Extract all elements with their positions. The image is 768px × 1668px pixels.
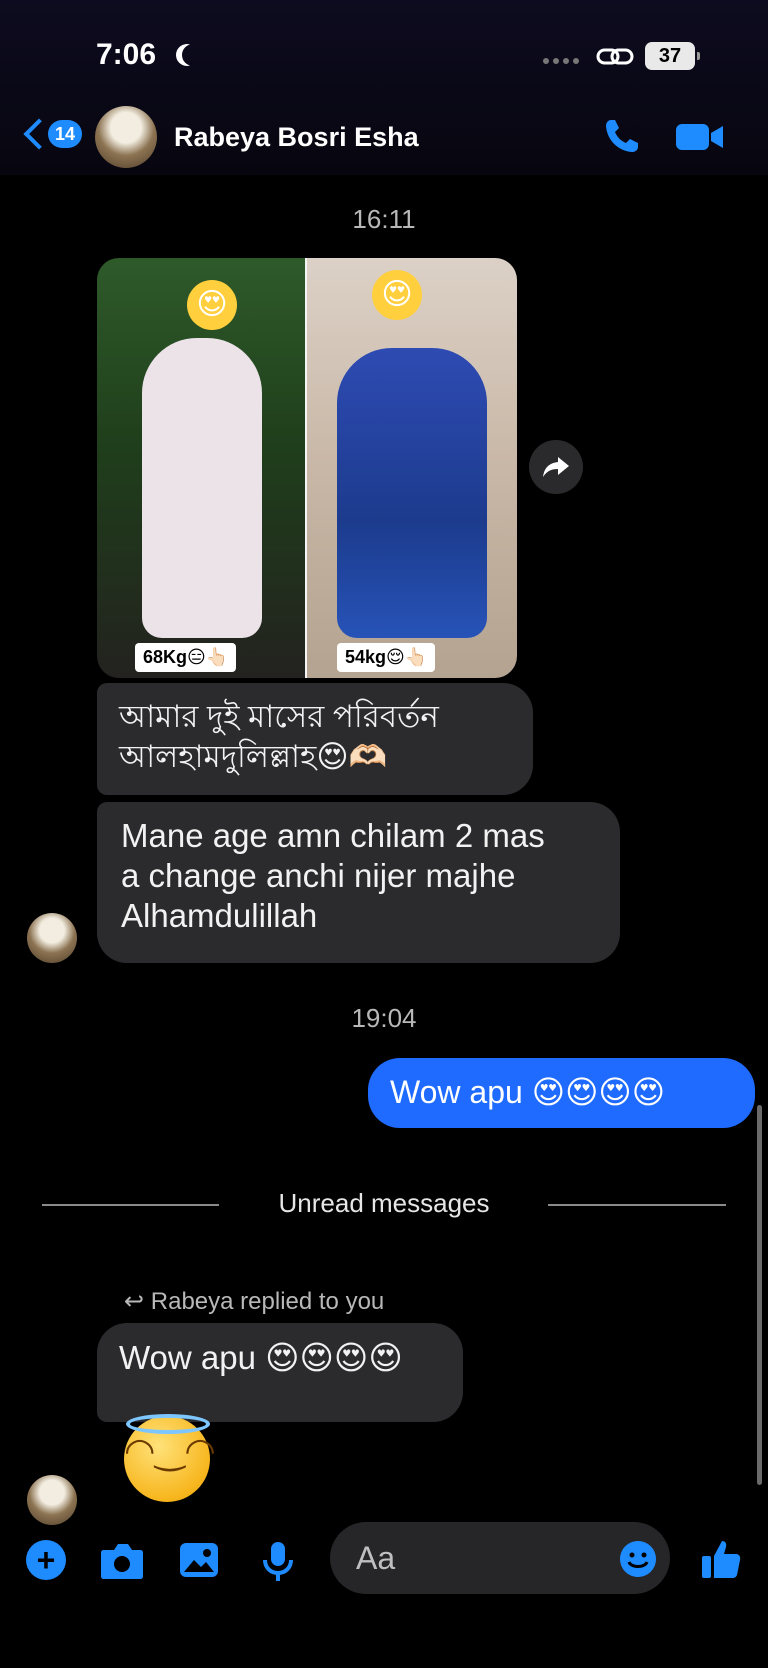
thumbs-up-button[interactable] bbox=[700, 1538, 742, 1580]
message-line: আলহামদুলিল্লাহ😍🫶🏻 bbox=[119, 739, 388, 774]
reply-arrow-icon: ↩ bbox=[124, 1288, 151, 1315]
moon-icon bbox=[182, 44, 204, 66]
reply-indicator: ↩ Rabeya replied to you bbox=[124, 1287, 384, 1316]
share-button[interactable] bbox=[529, 440, 583, 494]
video-call-button[interactable] bbox=[676, 122, 724, 152]
message-input[interactable]: Aa bbox=[330, 1522, 670, 1594]
weight-label-before: 68Kg😑👆🏻 bbox=[135, 643, 237, 672]
plus-button[interactable]: + bbox=[26, 1540, 66, 1580]
shared-photo[interactable]: 😍 68Kg😑👆🏻 😍 54kg😌👆🏻 bbox=[97, 258, 517, 678]
outgoing-message-bubble[interactable]: Wow apu 😍😍😍😍 bbox=[368, 1058, 755, 1128]
back-button[interactable]: 14 bbox=[22, 118, 83, 150]
heart-eyes-emoji-icon: 😍 bbox=[372, 270, 422, 320]
smile-face: ◠‿◠ bbox=[124, 1430, 216, 1471]
photo-after: 😍 54kg😌👆🏻 bbox=[307, 258, 517, 678]
message-line: আমার দুই মাসের পরিবর্তন bbox=[119, 699, 439, 734]
message-line: a change anchi nijer majhe bbox=[121, 857, 516, 894]
figure-white-dress bbox=[142, 338, 262, 638]
signal-icon bbox=[543, 58, 579, 64]
chevron-left-icon bbox=[23, 118, 55, 150]
clock: 7:06 bbox=[96, 38, 157, 71]
sender-avatar[interactable] bbox=[27, 913, 77, 963]
message-line: Mane age amn chilam 2 mas bbox=[121, 817, 545, 854]
divider bbox=[548, 1204, 726, 1206]
message-bubble-bengali[interactable]: আমার দুই মাসের পরিবর্তন আলহামদুলিল্লাহ😍🫶… bbox=[97, 683, 533, 795]
figure-blue-dress bbox=[337, 348, 487, 638]
emoji-button[interactable] bbox=[620, 1541, 656, 1577]
weight-label-after: 54kg😌👆🏻 bbox=[337, 643, 436, 672]
status-time: 7:06 bbox=[96, 38, 196, 72]
microphone-button[interactable] bbox=[262, 1540, 294, 1584]
sender-avatar[interactable] bbox=[27, 1475, 77, 1525]
message-line: Alhamdulillah bbox=[121, 897, 318, 934]
message-timestamp: 19:04 bbox=[351, 1003, 417, 1033]
reply-message-bubble[interactable]: Wow apu 😍😍😍😍 bbox=[97, 1323, 463, 1422]
link-icon bbox=[596, 48, 634, 65]
contact-avatar[interactable] bbox=[95, 106, 157, 168]
message-bubble-text[interactable]: Mane age amn chilam 2 mas a change anchi… bbox=[97, 802, 620, 963]
battery-indicator: 37 bbox=[645, 42, 700, 70]
reply-note-text: Rabeya replied to you bbox=[150, 1288, 385, 1315]
gallery-button[interactable] bbox=[178, 1540, 220, 1580]
heart-eyes-emoji-icon: 😍 bbox=[187, 280, 237, 330]
scrollbar[interactable] bbox=[757, 1105, 762, 1485]
input-placeholder: Aa bbox=[356, 1539, 396, 1576]
contact-name[interactable]: Rabeya Bosri Esha bbox=[174, 122, 419, 153]
phone-call-button[interactable] bbox=[602, 116, 642, 156]
photo-before: 😍 68Kg😑👆🏻 bbox=[97, 258, 307, 678]
battery-level: 37 bbox=[658, 44, 682, 67]
camera-button[interactable] bbox=[100, 1540, 144, 1580]
forward-arrow-icon bbox=[543, 457, 569, 477]
message-timestamp: 16:11 bbox=[352, 204, 416, 234]
